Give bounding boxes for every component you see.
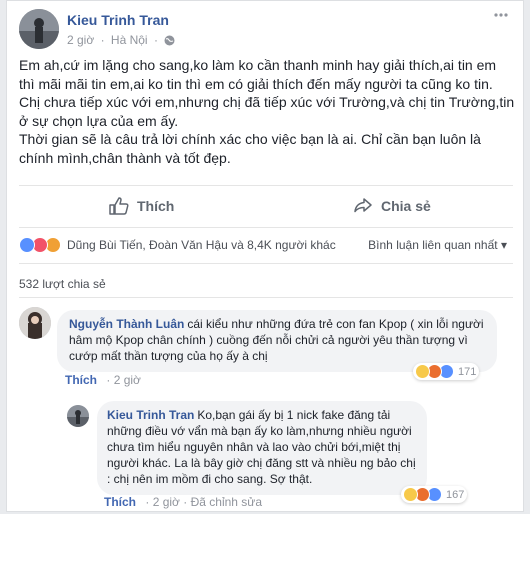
post-card: Kieu Trinh Tran 2 giờ · Hà Nội · Em ah,c… [6, 0, 524, 512]
reply-author[interactable]: Kieu Trinh Tran [107, 408, 194, 422]
comment-reaction-count: 171 [458, 365, 477, 378]
post-time[interactable]: 2 giờ [67, 33, 94, 47]
comment-author[interactable]: Nguyễn Thành Luân [69, 317, 184, 331]
comment-time[interactable]: 2 giờ [114, 373, 141, 387]
reply-bubble: Kieu Trinh Tran Ko,bạn gái ấy bị 1 nick f… [97, 401, 427, 495]
comment-sort-label: Bình luận liên quan nhất [368, 238, 498, 252]
comment-sort-dropdown[interactable]: Bình luận liên quan nhất ▾ [368, 238, 507, 252]
post-paragraph: Em ah,cứ im lặng cho sang,ko làm ko cần … [19, 57, 497, 92]
comment-meta: Thích · 2 giờ [65, 373, 141, 387]
haha-reaction-icon [403, 487, 418, 502]
divider [19, 227, 513, 228]
replier-avatar[interactable] [67, 405, 89, 427]
like-reaction-icon [19, 237, 35, 253]
author-avatar[interactable] [19, 9, 59, 49]
comment-separator: · [106, 373, 114, 387]
chevron-down-icon: ▾ [500, 238, 507, 252]
like-button[interactable]: Thích [109, 193, 174, 219]
post-location[interactable]: Hà Nội [111, 33, 148, 47]
reply-like-link[interactable]: Thích [104, 495, 136, 509]
divider [19, 185, 513, 186]
meta-separator: · [100, 33, 105, 47]
share-label: Chia sẻ [381, 198, 431, 214]
thumbs-up-icon [109, 197, 129, 215]
post-meta: 2 giờ · Hà Nội · [67, 33, 178, 47]
bottom-blank-area [0, 514, 530, 572]
more-horizontal-icon[interactable] [493, 7, 509, 28]
reaction-summary-text: Dũng Bùi Tiến, Đoàn Văn Hậu và 8,4K ngườ… [67, 238, 336, 252]
comment-reactions[interactable]: 171 [413, 363, 480, 380]
haha-reaction-icon [415, 364, 430, 379]
page-background: Kieu Trinh Tran 2 giờ · Hà Nội · Em ah,c… [0, 0, 530, 572]
reply-reactions[interactable]: 167 [401, 486, 468, 503]
meta-separator-2: · [153, 33, 158, 47]
like-label: Thích [137, 198, 175, 214]
reply-separator: · [183, 495, 191, 509]
comment-like-link[interactable]: Thích [65, 373, 97, 387]
post-paragraph: Thời gian sẽ là câu trả lời chính xác ch… [19, 131, 481, 166]
commenter-avatar[interactable] [19, 307, 51, 339]
reply-separator: · [145, 495, 153, 509]
share-count[interactable]: 532 lượt chia sẻ [19, 277, 106, 291]
post-author-name[interactable]: Kieu Trinh Tran [67, 12, 169, 28]
reaction-summary[interactable]: Dũng Bùi Tiến, Đoàn Văn Hậu và 8,4K ngườ… [19, 237, 336, 253]
post-body: Em ah,cứ im lặng cho sang,ko làm ko cần … [19, 56, 515, 167]
reply-reaction-count: 167 [446, 488, 465, 501]
share-arrow-icon [354, 198, 372, 213]
globe-icon [164, 35, 175, 46]
post-paragraph: Chị chưa tiếp xúc với em,nhưng chị đã ti… [19, 94, 515, 129]
reply-edited[interactable]: Đã chỉnh sửa [191, 495, 262, 509]
divider [19, 297, 513, 298]
reply-time[interactable]: 2 giờ [153, 495, 180, 509]
share-button[interactable]: Chia sẻ [353, 193, 431, 219]
divider [19, 263, 513, 264]
reply-meta: Thích · 2 giờ · Đã chỉnh sửa [104, 495, 262, 509]
